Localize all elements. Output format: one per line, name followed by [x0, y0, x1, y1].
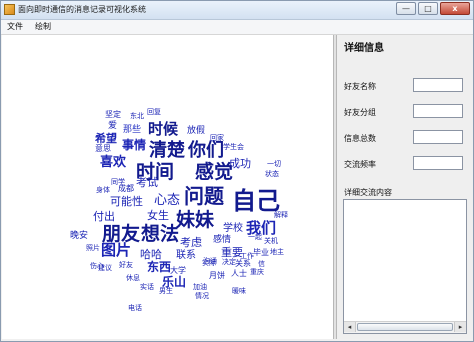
title-bar[interactable]: 面向即时通信的消息记录可视化系统 — □ x — [1, 1, 473, 20]
word-cloud-word[interactable]: 放假 — [187, 127, 205, 136]
word-cloud-word[interactable]: 关系 — [235, 260, 251, 268]
word-cloud-word[interactable]: 学生会 — [223, 144, 244, 151]
word-cloud-word[interactable]: 爱 — [108, 122, 117, 131]
word-cloud-word[interactable]: 建议 — [98, 265, 112, 272]
close-button[interactable]: x — [440, 2, 470, 15]
word-cloud-word[interactable]: 加油 — [193, 284, 207, 291]
word-cloud-word[interactable]: 决定 — [222, 259, 236, 266]
menu-draw[interactable]: 绘制 — [29, 20, 57, 34]
panel-title: 详细信息 — [344, 43, 384, 54]
word-cloud-word[interactable]: 意思 — [95, 145, 111, 153]
word-cloud-word[interactable]: 问题 — [184, 186, 224, 206]
word-cloud-word[interactable]: 坚定 — [105, 111, 121, 119]
word-cloud-word[interactable]: 东北 — [130, 113, 144, 120]
app-icon — [4, 4, 15, 15]
word-cloud-word[interactable]: 自己 — [232, 189, 280, 213]
word-cloud-word[interactable]: 暖味 — [232, 288, 246, 295]
minimize-button[interactable]: — — [396, 2, 416, 15]
word-cloud-word[interactable]: 情况 — [195, 293, 209, 300]
word-cloud-word[interactable]: 考虑 — [180, 237, 202, 248]
menu-file[interactable]: 文件 — [1, 20, 29, 34]
window-controls: — □ x — [396, 2, 470, 17]
word-cloud-word[interactable]: 学校 — [223, 224, 243, 234]
message-total-field[interactable] — [413, 130, 463, 144]
word-cloud-word[interactable]: 妹妹 — [176, 211, 214, 230]
menu-bar: 文件 绘制 — [1, 20, 473, 35]
detail-panel: 详细信息 好友名称 好友分组 信息总数 交流频率 详细交流内容 ◂ ▸ — [337, 35, 473, 339]
word-cloud-word[interactable]: 联系 — [176, 251, 196, 261]
word-cloud-word[interactable]: 晚安 — [70, 232, 88, 241]
main-window: 面向即时通信的消息记录可视化系统 — □ x 文件 绘制 坚定 东北 回复 爱 … — [0, 0, 474, 342]
word-cloud-word[interactable]: 沟通 — [203, 258, 217, 265]
scroll-right-icon[interactable]: ▸ — [454, 322, 466, 332]
detail-content-textarea[interactable]: ◂ ▸ — [343, 199, 467, 334]
word-cloud-word[interactable]: 同学 — [111, 179, 125, 186]
word-cloud-word[interactable]: 工作 — [240, 253, 254, 260]
word-cloud-word[interactable]: 哈哈 — [140, 249, 162, 260]
word-cloud-word[interactable]: 事情 — [122, 139, 146, 151]
word-cloud-word[interactable]: 那些 — [123, 126, 141, 135]
word-cloud-word[interactable]: 好友 — [119, 262, 133, 269]
word-cloud-word[interactable]: 回复 — [147, 109, 161, 116]
word-cloud-canvas[interactable]: 坚定 东北 回复 爱 那些 放假 希望 时候 回家 意思 事情 清楚 你们 学生… — [2, 35, 333, 339]
scroll-thumb[interactable] — [357, 323, 453, 331]
word-cloud-word[interactable]: 女生 — [147, 210, 169, 221]
word-cloud-word[interactable]: 感情 — [213, 236, 231, 245]
word-cloud-word[interactable]: 希望 — [95, 133, 117, 144]
word-cloud-word[interactable]: 想法 — [141, 225, 179, 244]
window-title: 面向即时通信的消息记录可视化系统 — [18, 5, 146, 14]
word-cloud-word[interactable]: 照片 — [86, 245, 100, 252]
friend-name-field[interactable] — [413, 78, 463, 92]
word-cloud-word[interactable]: 你们 — [188, 142, 224, 160]
word-cloud-word[interactable]: 图片 — [101, 243, 131, 258]
word-cloud-word[interactable]: 男生 — [159, 288, 173, 295]
word-cloud-word[interactable]: 地主 — [270, 249, 284, 256]
friend-group-field[interactable] — [413, 104, 463, 118]
detail-content-label: 详细交流内容 — [344, 188, 392, 197]
word-cloud-word[interactable]: 人士 — [231, 270, 247, 278]
word-cloud-word[interactable]: 一切 — [267, 161, 281, 168]
word-cloud-word[interactable]: 状态 — [265, 171, 279, 178]
word-cloud-word[interactable]: 毕业 — [253, 249, 269, 257]
word-cloud-word[interactable]: 感觉 — [195, 163, 233, 182]
word-cloud-word[interactable]: 付出 — [93, 211, 115, 222]
word-cloud-word[interactable]: 大学 — [170, 267, 186, 275]
word-cloud-word[interactable]: 关机 — [264, 238, 278, 245]
word-cloud-word[interactable]: 实话 — [140, 284, 154, 291]
message-total-label: 信息总数 — [344, 134, 376, 143]
frequency-field[interactable] — [413, 156, 463, 170]
word-cloud-word[interactable]: 信 — [258, 261, 265, 268]
maximize-button[interactable]: □ — [418, 2, 438, 15]
word-cloud-word[interactable]: 电话 — [128, 305, 142, 312]
word-cloud-word[interactable]: 一起 — [248, 234, 262, 241]
word-cloud-word[interactable]: 解释 — [274, 212, 288, 219]
friend-name-label: 好友名称 — [344, 82, 376, 91]
word-cloud-word[interactable]: 东西 — [147, 261, 171, 273]
friend-group-label: 好友分组 — [344, 108, 376, 117]
word-cloud-word[interactable]: 重庆 — [250, 269, 264, 276]
word-cloud-word[interactable]: 清楚 — [149, 142, 185, 160]
word-cloud-word[interactable]: 心态 — [154, 194, 180, 207]
word-cloud-word[interactable]: 考试 — [136, 177, 158, 188]
word-cloud-word[interactable]: 休息 — [126, 275, 140, 282]
word-cloud-word[interactable]: 可能性 — [110, 196, 143, 207]
word-cloud-word[interactable]: 时候 — [148, 122, 178, 137]
word-cloud-word[interactable]: 身体 — [96, 187, 110, 194]
frequency-label: 交流频率 — [344, 160, 376, 169]
scroll-left-icon[interactable]: ◂ — [344, 322, 356, 332]
word-cloud-word[interactable]: 喜欢 — [100, 156, 126, 169]
word-cloud-word[interactable]: 成都 — [118, 185, 134, 193]
word-cloud-word[interactable]: 月饼 — [209, 272, 225, 280]
horizontal-scrollbar[interactable]: ◂ ▸ — [344, 321, 466, 333]
